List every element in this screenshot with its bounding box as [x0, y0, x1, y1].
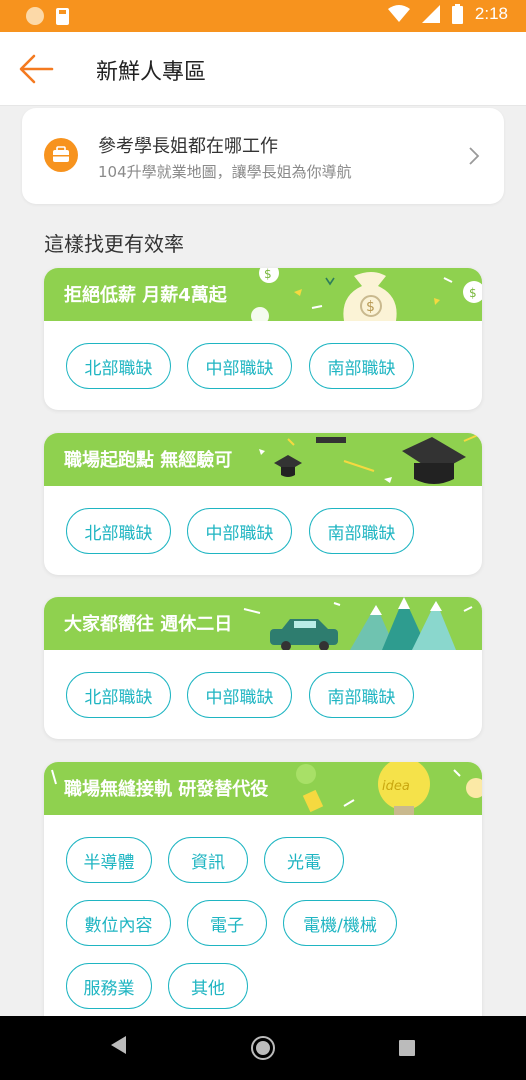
- card-banner-title: 大家都嚮往 週休二日: [64, 614, 233, 635]
- chip-optoelectronics[interactable]: 光電: [264, 837, 344, 883]
- nav-recents-icon[interactable]: [398, 1039, 416, 1057]
- wifi-icon: [387, 5, 410, 22]
- chip-semiconductor[interactable]: 半導體: [66, 837, 152, 883]
- status-time: 2:18: [474, 4, 508, 23]
- svg-text:$: $: [469, 286, 477, 300]
- chip-south-jobs[interactable]: 南部職缺: [309, 343, 414, 389]
- briefcase-icon: [44, 138, 78, 172]
- card-banner-title: 職場無縫接軌 研發替代役: [64, 779, 269, 800]
- svg-text:$: $: [366, 299, 375, 315]
- chip-north-jobs[interactable]: 北部職缺: [66, 343, 171, 389]
- back-button[interactable]: [18, 52, 58, 86]
- card-banner-title: 職場起跑點 無經驗可: [64, 450, 233, 471]
- sd-card-icon: [56, 7, 69, 25]
- chip-group: 北部職缺 中部職缺 南部職缺: [44, 650, 482, 718]
- nav-home-icon[interactable]: [250, 1035, 276, 1061]
- app-bar: 新鮮人專區: [0, 32, 526, 106]
- chip-other[interactable]: 其他: [168, 963, 248, 1009]
- status-bar: 2:18: [0, 0, 526, 32]
- card-weekends-off: 大家都嚮往 週休二日 北部職缺 中部職缺 南部職缺: [44, 597, 482, 739]
- notification-icon: [26, 7, 44, 25]
- chip-north-jobs[interactable]: 北部職缺: [66, 508, 171, 554]
- svg-text:idea: idea: [382, 779, 410, 794]
- chip-group: 北部職缺 中部職缺 南部職缺: [44, 321, 482, 389]
- card-banner[interactable]: 職場起跑點 無經驗可: [44, 433, 482, 486]
- alumni-card-title: 參考學長姐都在哪工作: [98, 136, 278, 157]
- svg-text:$: $: [264, 268, 272, 281]
- card-banner[interactable]: idea 職場無縫接軌 研發替代役: [44, 762, 482, 815]
- card-banner[interactable]: 大家都嚮往 週休二日: [44, 597, 482, 650]
- chip-electronics[interactable]: 電子: [187, 900, 267, 946]
- chip-south-jobs[interactable]: 南部職缺: [309, 672, 414, 718]
- chip-central-jobs[interactable]: 中部職缺: [187, 508, 292, 554]
- chip-south-jobs[interactable]: 南部職缺: [309, 508, 414, 554]
- chip-central-jobs[interactable]: 中部職缺: [187, 672, 292, 718]
- card-high-salary: $ $ $ 拒絕低薪 月薪4萬起 北部職缺 中部職缺 南部職缺: [44, 268, 482, 410]
- alumni-map-card[interactable]: 參考學長姐都在哪工作 104升學就業地圖，讓學長姐為你導航: [22, 108, 504, 204]
- chip-group: 半導體 資訊 光電 數位內容 電子 電機/機械 服務業 其他: [44, 815, 482, 1009]
- system-nav-bar: [0, 1016, 526, 1080]
- battery-icon: [451, 4, 463, 24]
- chip-group: 北部職缺 中部職缺 南部職缺: [44, 486, 482, 554]
- chip-north-jobs[interactable]: 北部職缺: [66, 672, 171, 718]
- chevron-right-icon: [469, 147, 480, 165]
- card-no-experience: 職場起跑點 無經驗可 北部職缺 中部職缺 南部職缺: [44, 433, 482, 575]
- page-title: 新鮮人專區: [96, 60, 207, 85]
- back-arrow-icon: [19, 54, 54, 84]
- card-alternative-service: idea 職場無縫接軌 研發替代役 半導體 資訊 光電 數位內容 電子 電機/機…: [44, 762, 482, 1032]
- card-banner-title: 拒絕低薪 月薪4萬起: [64, 285, 227, 306]
- card-banner[interactable]: $ $ $ 拒絕低薪 月薪4萬起: [44, 268, 482, 321]
- alumni-card-subtitle: 104升學就業地圖，讓學長姐為你導航: [98, 163, 352, 181]
- chip-electrical-mechanical[interactable]: 電機/機械: [283, 900, 397, 946]
- chip-digital-content[interactable]: 數位內容: [66, 900, 171, 946]
- chip-central-jobs[interactable]: 中部職缺: [187, 343, 292, 389]
- chip-information[interactable]: 資訊: [168, 837, 248, 883]
- signal-icon: [421, 5, 440, 23]
- section-title: 這樣找更有效率: [44, 232, 184, 256]
- nav-back-icon[interactable]: [108, 1034, 128, 1056]
- chip-service-industry[interactable]: 服務業: [66, 963, 152, 1009]
